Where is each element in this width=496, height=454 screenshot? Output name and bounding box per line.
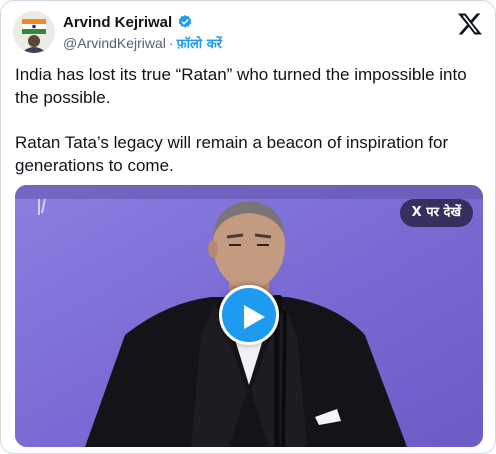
verified-badge-icon	[178, 15, 192, 28]
tweet-paragraph: India has lost its true “Ratan” who turn…	[15, 65, 467, 107]
author-info: Arvind Kejriwal @ArvindKejriwal · फ़ॉलो …	[63, 12, 222, 53]
video-player[interactable]: X पर देखें	[15, 185, 483, 447]
handle-separator: ·	[168, 35, 174, 51]
follow-button[interactable]: फ़ॉलो करें	[177, 34, 222, 52]
play-button[interactable]	[219, 285, 279, 345]
x-logo-icon[interactable]	[457, 11, 483, 37]
tweet-text: India has lost its true “Ratan” who turn…	[15, 63, 483, 177]
tweet-card[interactable]: Arvind Kejriwal @ArvindKejriwal · फ़ॉलो …	[0, 0, 496, 454]
author-display-name[interactable]: Arvind Kejriwal	[63, 14, 172, 31]
avatar[interactable]	[13, 11, 55, 53]
watch-on-x-button[interactable]: X पर देखें	[399, 199, 473, 227]
tweet-header: Arvind Kejriwal @ArvindKejriwal · फ़ॉलो …	[13, 11, 483, 55]
play-icon	[244, 305, 265, 329]
author-handle[interactable]: @ArvindKejriwal	[63, 35, 166, 51]
tweet-paragraph: Ratan Tata’s legacy will remain a beacon…	[15, 133, 449, 175]
